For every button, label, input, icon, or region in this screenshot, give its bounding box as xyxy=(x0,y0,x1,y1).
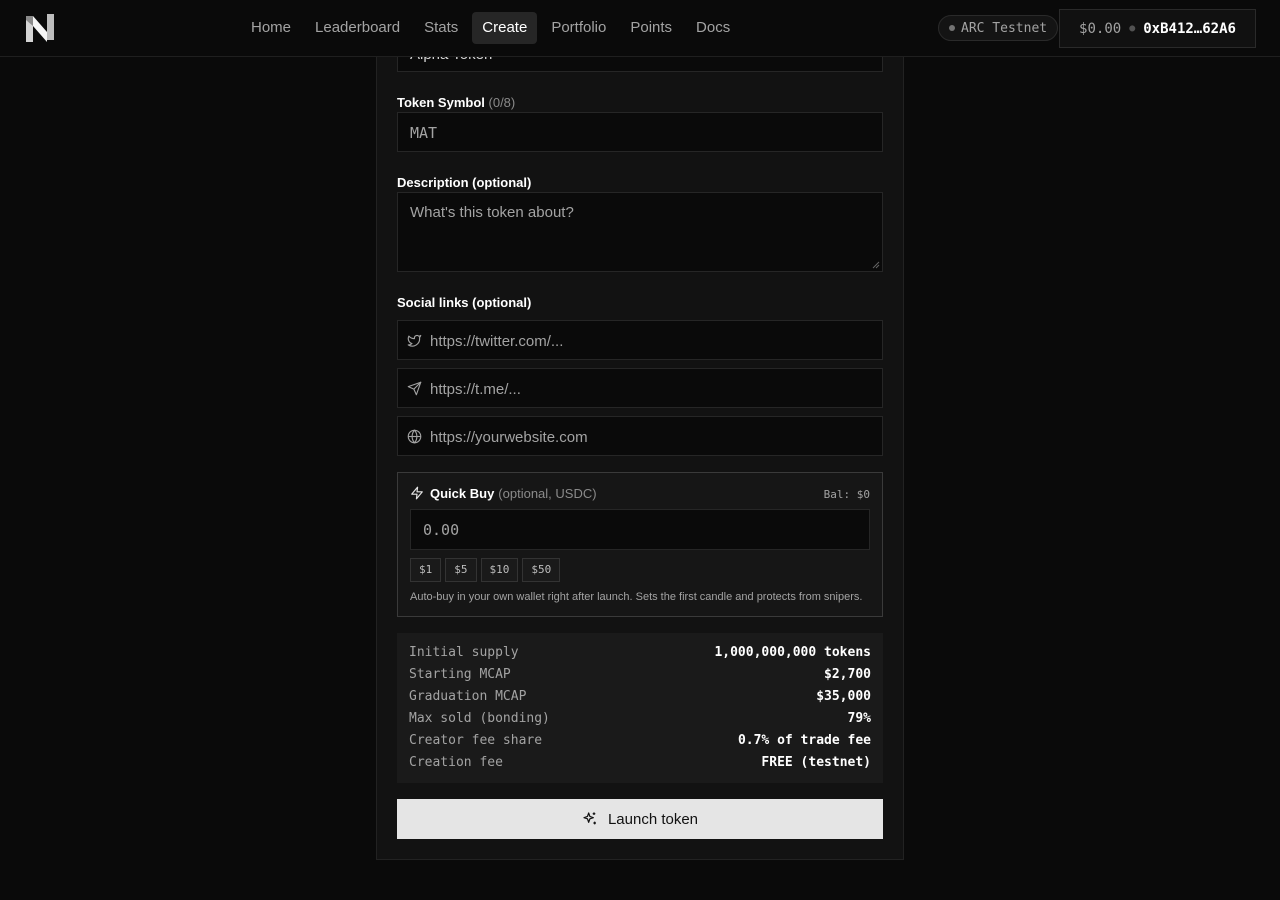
quick-buy-balance: Bal: $0 xyxy=(823,488,870,501)
nav-create[interactable]: Create xyxy=(472,12,538,44)
network-name: ARC Testnet xyxy=(961,20,1048,36)
summary-value: $2,700 xyxy=(824,666,871,682)
summary-value: 1,000,000,000 tokens xyxy=(714,644,871,660)
quick-buy-amount-input[interactable]: 0.00 xyxy=(410,509,870,550)
summary-key: Initial supply xyxy=(409,644,519,660)
nav-points[interactable]: Points xyxy=(620,12,682,44)
quick-buy-note: Auto-buy in your own wallet right after … xyxy=(410,591,863,603)
nav-leaderboard[interactable]: Leaderboard xyxy=(305,12,410,44)
launch-token-button[interactable]: Launch token xyxy=(397,799,883,839)
resize-handle-icon[interactable] xyxy=(872,261,880,269)
quick-buy-title-text: Quick Buy xyxy=(430,486,495,501)
token-parameters-summary: Initial supply 1,000,000,000 tokens Star… xyxy=(397,633,883,783)
quick-buy-subtitle: (optional, USDC) xyxy=(498,486,597,501)
nav-portfolio[interactable]: Portfolio xyxy=(541,12,616,44)
preset-10-button[interactable]: $10 xyxy=(480,558,519,582)
summary-value: 0.7% of trade fee xyxy=(737,732,871,748)
token-symbol-label-text: Token Symbol xyxy=(397,95,485,110)
summary-row: Starting MCAP $2,700 xyxy=(409,663,871,685)
summary-key: Creator fee share xyxy=(409,732,543,748)
globe-icon xyxy=(407,429,422,444)
wallet-button[interactable]: $0.00 ● 0xB412…62A6 xyxy=(1059,9,1256,48)
nav-home[interactable]: Home xyxy=(241,12,301,44)
summary-row: Creation fee FREE (testnet) xyxy=(409,751,871,773)
top-navigation-bar: Home Leaderboard Stats Create Portfolio … xyxy=(0,0,1280,57)
nav-stats[interactable]: Stats xyxy=(414,12,468,44)
summary-row: Initial supply 1,000,000,000 tokens xyxy=(409,641,871,663)
description-textarea[interactable]: What's this token about? xyxy=(397,192,883,272)
telegram-input[interactable]: https://t.me/... xyxy=(397,368,883,408)
wallet-balance: $0.00 xyxy=(1079,20,1122,37)
quick-buy-title: Quick Buy (optional, USDC) xyxy=(430,486,597,501)
token-symbol-input[interactable]: MAT xyxy=(397,112,883,152)
website-placeholder: https://yourwebsite.com xyxy=(430,429,588,446)
quick-buy-presets: $1 $5 $10 $50 xyxy=(410,558,561,582)
twitter-icon xyxy=(407,334,422,347)
description-placeholder: What's this token about? xyxy=(410,204,574,221)
logo-icon[interactable] xyxy=(24,12,56,44)
lightning-icon xyxy=(411,486,423,500)
launch-token-label: Launch token xyxy=(607,810,699,828)
summary-key: Starting MCAP xyxy=(409,666,511,682)
summary-key: Max sold (bonding) xyxy=(409,710,550,726)
preset-5-button[interactable]: $5 xyxy=(445,558,477,582)
twitter-placeholder: https://twitter.com/... xyxy=(430,333,564,350)
social-links-label: Social links (optional) xyxy=(397,295,532,310)
description-label: Description (optional) xyxy=(397,175,532,190)
website-input[interactable]: https://yourwebsite.com xyxy=(397,416,883,456)
separator-dot: ● xyxy=(1129,23,1136,34)
token-symbol-label: Token Symbol (0/8) xyxy=(397,95,515,110)
summary-row: Graduation MCAP $35,000 xyxy=(409,685,871,707)
summary-value: FREE (testnet) xyxy=(761,754,871,770)
twitter-input[interactable]: https://twitter.com/... xyxy=(397,320,883,360)
wallet-address: 0xB412…62A6 xyxy=(1143,20,1236,37)
quick-buy-panel: Quick Buy (optional, USDC) Bal: $0 0.00 $… xyxy=(397,472,883,617)
nav-docs[interactable]: Docs xyxy=(686,12,740,44)
send-icon xyxy=(407,381,422,396)
main-nav: Home Leaderboard Stats Create Portfolio … xyxy=(241,12,740,44)
preset-1-button[interactable]: $1 xyxy=(410,558,442,582)
summary-value: $35,000 xyxy=(816,688,871,704)
summary-row: Max sold (bonding) 79% xyxy=(409,707,871,729)
summary-row: Creator fee share 0.7% of trade fee xyxy=(409,729,871,751)
sparkles-icon xyxy=(583,812,596,825)
token-symbol-placeholder: MAT xyxy=(410,124,438,142)
network-status-dot xyxy=(949,25,955,31)
token-symbol-count: (0/8) xyxy=(488,95,516,110)
summary-value: 79% xyxy=(847,710,871,726)
summary-key: Creation fee xyxy=(409,754,503,770)
summary-key: Graduation MCAP xyxy=(409,688,527,704)
network-badge[interactable]: ARC Testnet xyxy=(938,15,1059,41)
preset-50-button[interactable]: $50 xyxy=(522,558,561,582)
quick-buy-amount-placeholder: 0.00 xyxy=(423,521,460,539)
telegram-placeholder: https://t.me/... xyxy=(430,381,521,398)
